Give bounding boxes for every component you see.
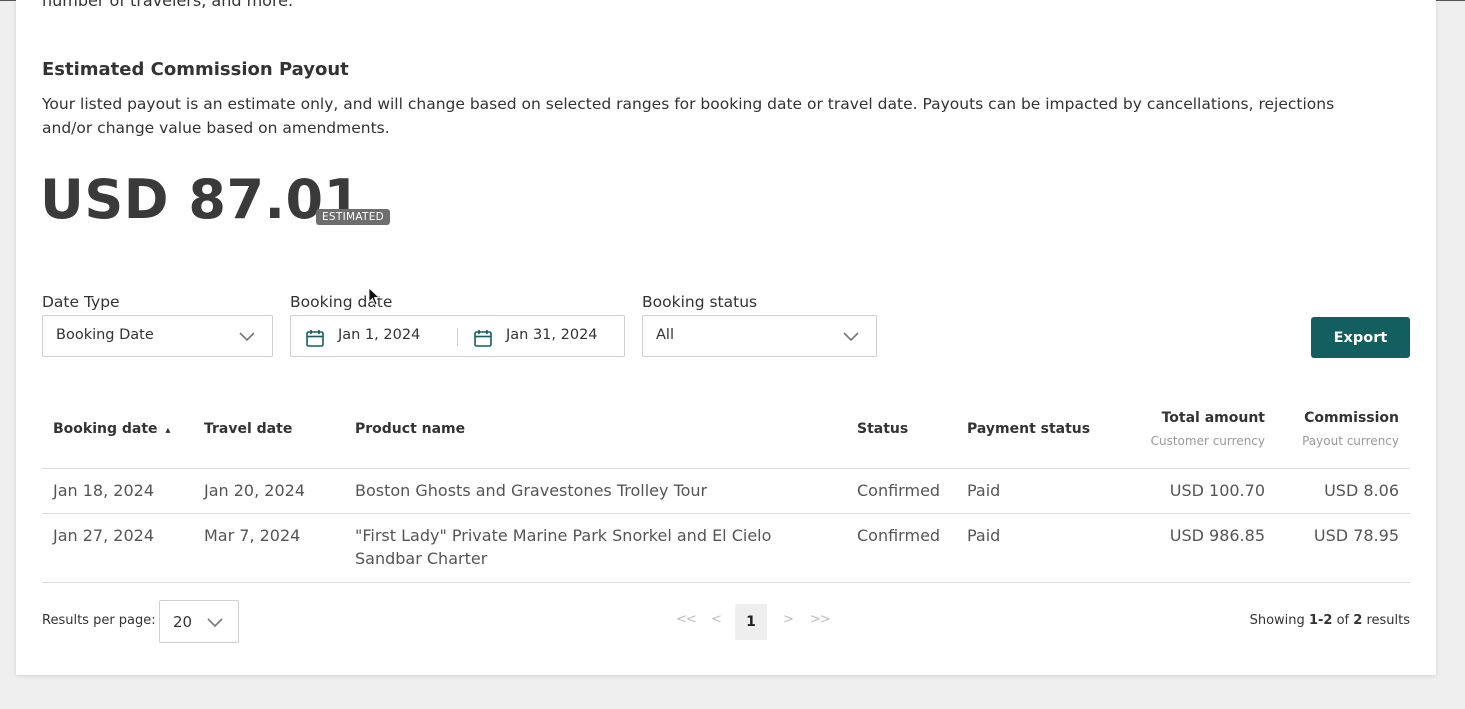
cell-product-name: Boston Ghosts and Gravestones Trolley To… — [355, 481, 708, 500]
results-summary: Showing 1-2 of 2 results — [1250, 613, 1410, 628]
cell-status: Confirmed — [857, 526, 941, 545]
booking-status-value: All — [656, 327, 674, 343]
date-type-value: Booking Date — [56, 327, 154, 343]
payout-amount: USD 87.01 — [40, 168, 362, 231]
payout-card: number of travelers, and more. Estimated… — [16, 0, 1436, 675]
booking-date-header-label: Booking date — [53, 421, 158, 437]
row-divider — [42, 513, 1410, 514]
showing-prefix: Showing — [1249, 613, 1305, 628]
results-per-page-value: 20 — [173, 613, 193, 631]
date-type-label: Date Type — [42, 293, 120, 311]
cell-total-amount: USD 986.85 — [1169, 526, 1265, 545]
current-page-button[interactable]: 1 — [735, 604, 767, 640]
prev-page-button[interactable]: < — [711, 612, 722, 627]
total-amount-subheader: Customer currency — [1150, 434, 1265, 448]
showing-suffix: results — [1366, 613, 1410, 628]
results-per-page-label: Results per page: — [42, 613, 156, 628]
first-page-button[interactable]: << — [676, 612, 697, 627]
chevron-down-icon — [239, 332, 255, 342]
showing-of: of — [1336, 613, 1350, 628]
cell-status: Confirmed — [857, 481, 941, 500]
column-header-booking-date[interactable]: Booking date ▴ — [53, 421, 170, 437]
last-page-button[interactable]: >> — [810, 612, 831, 627]
estimated-badge: ESTIMATED — [316, 209, 391, 225]
column-header-commission[interactable]: Commission — [1304, 410, 1399, 426]
showing-total: 2 — [1353, 613, 1363, 628]
cell-booking-date: Jan 18, 2024 — [53, 481, 154, 500]
column-header-payment-status[interactable]: Payment status — [967, 421, 1090, 437]
cell-product-name: "First Lady" Private Marine Park Snorkel… — [355, 526, 772, 568]
cell-travel-date: Jan 20, 2024 — [204, 481, 305, 500]
calendar-icon — [306, 330, 324, 347]
date-range-divider — [457, 328, 458, 346]
sort-ascending-icon: ▴ — [165, 425, 171, 436]
export-button[interactable]: Export — [1311, 317, 1410, 358]
commission-subheader: Payout currency — [1302, 434, 1399, 448]
showing-range: 1-2 — [1308, 613, 1333, 628]
booking-date-end[interactable]: Jan 31, 2024 — [506, 327, 598, 343]
cell-payment-status: Paid — [967, 481, 1001, 500]
chevron-down-icon — [843, 332, 859, 342]
cell-payment-status: Paid — [967, 526, 1001, 545]
cell-commission: USD 8.06 — [1324, 481, 1399, 500]
cell-commission: USD 78.95 — [1313, 526, 1399, 545]
cell-booking-date: Jan 27, 2024 — [53, 526, 154, 545]
column-header-status[interactable]: Status — [857, 421, 908, 437]
booking-date-start[interactable]: Jan 1, 2024 — [338, 327, 420, 343]
calendar-icon — [474, 330, 492, 347]
table-header-divider — [42, 468, 1410, 469]
table-bottom-divider — [42, 582, 1410, 583]
column-header-travel-date[interactable]: Travel date — [204, 421, 292, 437]
booking-status-select[interactable]: All — [642, 315, 877, 357]
chevron-down-icon — [207, 618, 223, 628]
cell-total-amount: USD 100.70 — [1169, 481, 1265, 500]
date-type-select[interactable]: Booking Date — [42, 315, 273, 357]
payout-description: Your listed payout is an estimate only, … — [42, 95, 1335, 137]
intro-text-tail: number of travelers, and more. — [42, 0, 294, 10]
results-per-page-select[interactable]: 20 — [159, 600, 239, 643]
column-header-total-amount[interactable]: Total amount — [1162, 410, 1265, 426]
next-page-button[interactable]: > — [783, 612, 794, 627]
column-header-product-name[interactable]: Product name — [355, 421, 465, 437]
booking-date-range-picker[interactable]: Jan 1, 2024 Jan 31, 2024 — [290, 315, 625, 357]
mouse-cursor-icon — [368, 287, 381, 306]
booking-status-label: Booking status — [642, 293, 758, 311]
cell-travel-date: Mar 7, 2024 — [204, 526, 301, 545]
payout-section-title: Estimated Commission Payout — [42, 59, 349, 80]
